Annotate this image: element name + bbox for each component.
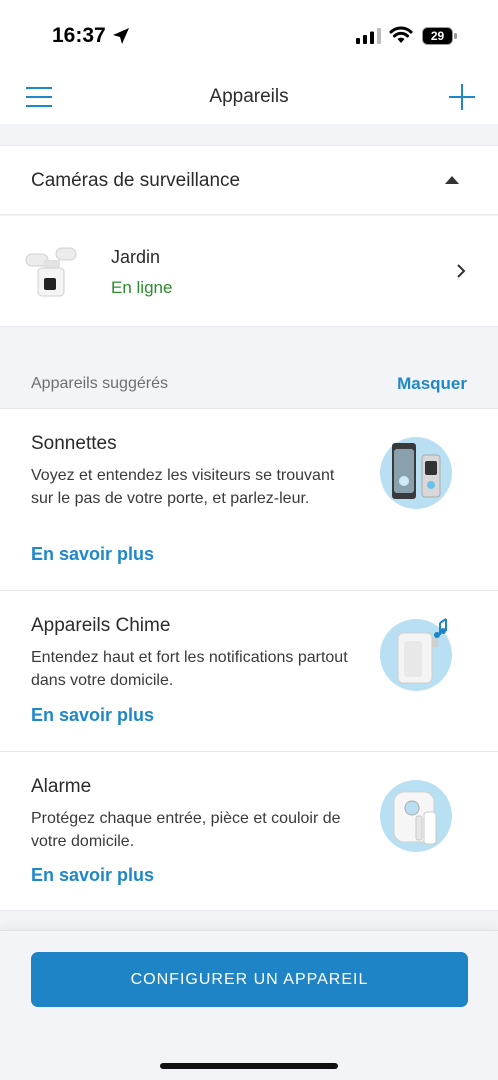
chime-icon [380,618,452,691]
learn-more-link[interactable]: En savoir plus [31,865,154,886]
page-title: Appareils [209,86,289,107]
device-name: Jardin [111,247,161,267]
cameras-section-header[interactable]: Caméras de surveillance [0,145,498,215]
hide-suggestions-link[interactable]: Masquer [397,374,467,394]
card-title: Appareils Chime [31,615,171,636]
alarm-icon [380,780,452,852]
cellular-signal-icon [356,28,381,44]
card-description: Entendez haut et fort les notifications … [31,649,348,689]
chevron-right-icon [457,264,466,278]
suggestion-card-chime: Appareils Chime Entendez haut et fort le… [0,590,498,751]
floodlight-camera-icon [25,247,77,297]
configure-device-button[interactable]: CONFIGURER UN APPAREIL [31,952,468,1007]
navbar: Appareils [0,72,498,124]
wifi-icon [389,26,413,43]
learn-more-link[interactable]: En savoir plus [31,544,154,565]
cameras-section-title: Caméras de surveillance [31,170,241,191]
bottom-action-bar: CONFIGURER UN APPAREIL [0,930,498,1080]
suggestion-card-alarm: Alarme Protégez chaque entrée, pièce et … [0,751,498,911]
learn-more-link[interactable]: En savoir plus [31,705,154,726]
device-status: En ligne [111,278,173,297]
status-time: 16:37 [52,24,106,47]
status-bar: 16:37 29 [0,0,498,72]
card-title: Sonnettes [31,433,117,454]
plus-icon[interactable] [448,83,476,111]
doorbell-icon [380,437,452,509]
suggestion-card-doorbells: Sonnettes Voyez et entendez les visiteur… [0,408,498,590]
device-row-jardin[interactable]: Jardin En ligne [0,216,498,327]
battery-icon: 29 [422,27,458,50]
location-arrow-icon [113,28,129,44]
home-indicator [160,1063,338,1069]
card-description: Voyez et entendez les visiteurs se trouv… [31,467,335,507]
card-title: Alarme [31,776,92,797]
card-description: Protégez chaque entrée, pièce et couloir… [31,810,341,850]
battery-level: 29 [430,29,445,43]
suggested-devices-header: Appareils suggérés [31,375,168,392]
caret-up-icon [445,176,459,184]
